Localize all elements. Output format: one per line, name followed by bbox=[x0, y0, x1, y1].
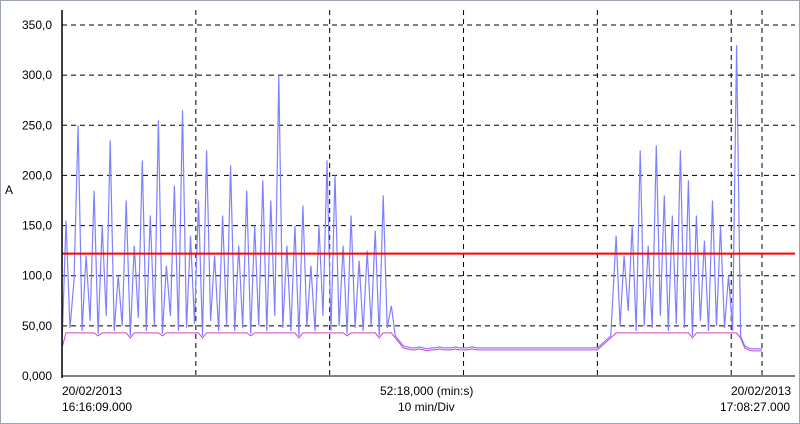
series-line bbox=[61, 45, 762, 350]
x-scale-label: 10 min/Div bbox=[398, 400, 455, 414]
y-tick-label: 50,00 bbox=[22, 319, 52, 333]
series-layer bbox=[61, 45, 762, 352]
x-end-date: 20/02/2013 bbox=[731, 384, 792, 398]
y-tick-label: 100,0 bbox=[22, 269, 52, 283]
y-tick-label: 300,0 bbox=[22, 68, 52, 82]
y-tick-label: 250,0 bbox=[22, 118, 52, 132]
y-tick-label: 150,0 bbox=[22, 219, 52, 233]
y-tick-label: 350,0 bbox=[22, 18, 52, 32]
y-tick-label: 0,000 bbox=[22, 369, 52, 383]
y-tick-label: 200,0 bbox=[22, 168, 52, 182]
current-chart: 0,000 50,00 100,0 150,0 200,0 250,0 300,0 350,0… bbox=[5, 10, 795, 383]
y-axis-label: A bbox=[5, 183, 13, 197]
y-tick-labels: 0,000 50,00 100,0 150,0 200,0 250,0 300,0 350,0 bbox=[22, 18, 52, 383]
x-span-label: 52:18,000 (min:s) bbox=[380, 384, 474, 398]
x-start-date: 20/02/2013 bbox=[62, 384, 123, 398]
x-end-time: 17:08:27.000 bbox=[720, 400, 791, 414]
x-start-time: 16:16:09.000 bbox=[62, 400, 133, 414]
